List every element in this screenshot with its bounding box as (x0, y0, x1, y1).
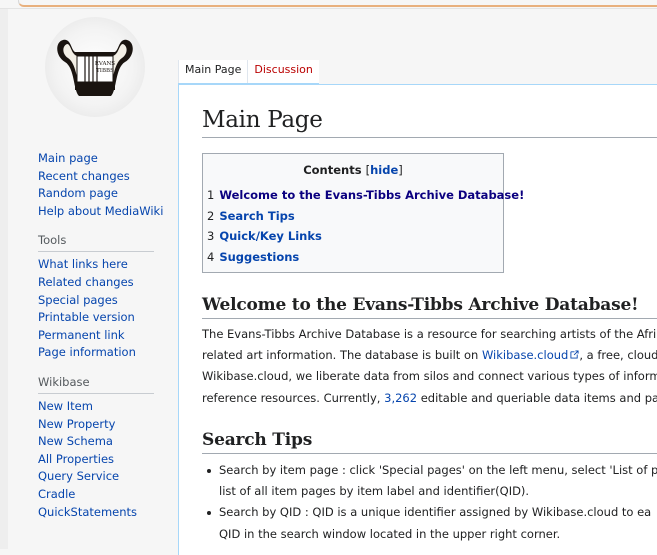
page-title: Main Page (202, 107, 657, 138)
search-tips-heading: Search Tips (202, 430, 657, 454)
svg-text:TIBBS: TIBBS (96, 68, 114, 74)
welcome-heading: Welcome to the Evans-Tibbs Archive Datab… (202, 295, 657, 319)
wikibase-cloud-link[interactable]: Wikibase.cloud (482, 348, 579, 362)
sidebar-item-recent-changes[interactable]: Recent changes (38, 168, 178, 186)
sidebar-item-query-service[interactable]: Query Service (38, 468, 178, 486)
toc-item[interactable]: 1 Welcome to the Evans-Tibbs Archive Data… (207, 185, 524, 206)
sidebar-item-quickstatements[interactable]: QuickStatements (38, 504, 178, 522)
toc-title: Contents (303, 163, 362, 177)
main-content: Main Page Contents [hide] 1 Welcome to th… (178, 84, 657, 555)
tab-main-page[interactable]: Main Page (178, 60, 248, 83)
list-item: Search by QID : QID is a unique identifi… (202, 502, 657, 544)
toc-item[interactable]: 4 Suggestions (207, 247, 503, 268)
tools-portal: What links here Related changes Special … (38, 256, 178, 362)
sidebar-item-printable-version[interactable]: Printable version (38, 309, 178, 327)
list-item: Search by item page : click 'Special pag… (202, 460, 657, 502)
site-logo[interactable]: EVANS TIBBS (45, 17, 145, 117)
sidebar-item-main-page[interactable]: Main page (38, 150, 178, 168)
sidebar-item-all-properties[interactable]: All Properties (38, 451, 178, 469)
welcome-paragraph: The Evans-Tibbs Archive Database is a re… (202, 327, 657, 405)
page-tabs: Main Page Discussion (178, 60, 319, 84)
item-count-link[interactable]: 3,262 (384, 391, 417, 405)
toc-item[interactable]: 3 Quick/Key Links (207, 226, 503, 247)
sidebar-item-page-information[interactable]: Page information (38, 344, 178, 362)
browser-top-bar (0, 0, 657, 9)
wikibase-portal: New Item New Property New Schema All Pro… (38, 398, 178, 521)
browser-left-edge (0, 0, 8, 549)
lyre-icon: EVANS TIBBS (57, 39, 133, 96)
sidebar-item-new-schema[interactable]: New Schema (38, 433, 178, 451)
svg-text:EVANS: EVANS (95, 61, 115, 67)
toc-item[interactable]: 2 Search Tips (207, 206, 503, 227)
wikibase-heading: Wikibase (38, 375, 154, 394)
sidebar-item-cradle[interactable]: Cradle (38, 486, 178, 504)
table-of-contents: Contents [hide] 1 Welcome to the Evans-Ti… (202, 153, 524, 273)
sidebar-item-new-item[interactable]: New Item (38, 398, 178, 416)
sidebar-item-related-changes[interactable]: Related changes (38, 274, 178, 292)
sidebar-item-special-pages[interactable]: Special pages (38, 292, 178, 310)
sidebar-item-what-links-here[interactable]: What links here (38, 256, 178, 274)
nav-portal: Main page Recent changes Random page Hel… (38, 150, 178, 220)
sidebar-item-random-page[interactable]: Random page (38, 185, 178, 203)
tools-heading: Tools (38, 233, 154, 253)
sidebar: Main page Recent changes Random page Hel… (38, 150, 178, 521)
external-link-icon (570, 350, 579, 359)
sidebar-item-permanent-link[interactable]: Permanent link (38, 327, 178, 345)
sidebar-item-new-property[interactable]: New Property (38, 416, 178, 434)
search-tips-list: Search by item page : click 'Special pag… (202, 460, 657, 545)
tab-discussion[interactable]: Discussion (247, 60, 319, 83)
sidebar-item-help[interactable]: Help about MediaWiki (38, 203, 178, 221)
toc-hide-toggle[interactable]: [hide] (366, 163, 403, 177)
